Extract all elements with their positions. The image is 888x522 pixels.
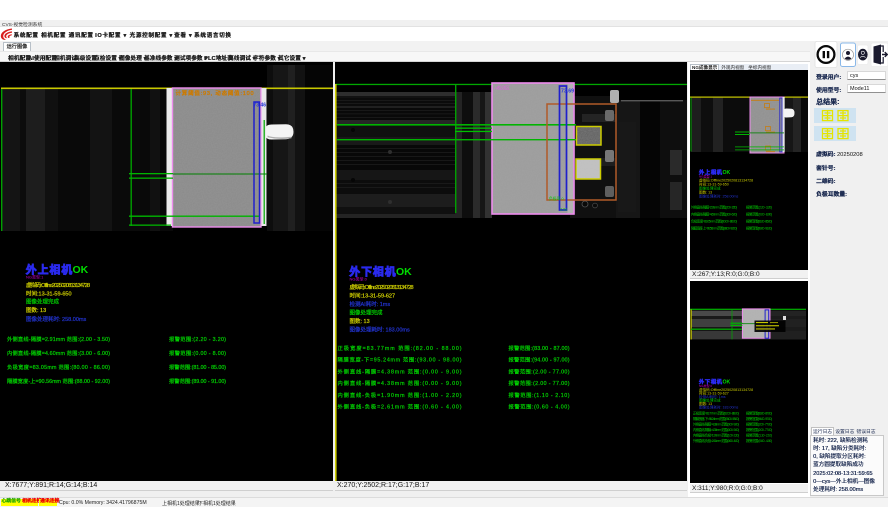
svg-text:报警范围:(2.00 - 77.00): 报警范围:(2.00 - 77.00) <box>509 367 570 375</box>
svg-text:内侧直线-负极=1.90mm 范围:(1.00 - 2.20: 内侧直线-负极=1.90mm 范围:(1.00 - 2.20) <box>693 433 739 438</box>
svg-text:图像处理耗时: 183.00ms: 图像处理耗时: 183.00ms <box>350 326 410 334</box>
svg-text:内侧直线-隔膜=4.60mm 范围:(3.00 - 6.00: 内侧直线-隔膜=4.60mm 范围:(3.00 - 6.00) <box>691 211 737 216</box>
svg-text:NG类型:1: NG类型:1 <box>26 274 44 280</box>
svg-text:内侧直线-隔膜=4.38mm 范围:(0.00 - 9.00: 内侧直线-隔膜=4.38mm 范围:(0.00 - 9.00) <box>338 379 462 387</box>
svg-text:外侧直线-隔膜=2.91mm 范围:(2.00 - 3.50: 外侧直线-隔膜=2.91mm 范围:(2.00 - 3.50) <box>7 335 110 343</box>
svg-text:隔膜宽度-上=90.56mm 范围:(88.00 - 92.: 隔膜宽度-上=90.56mm 范围:(88.00 - 92.00) <box>7 377 110 385</box>
svg-text:内侧直线-隔膜=4.38mm 范围:(0.00 - 9.00: 内侧直线-隔膜=4.38mm 范围:(0.00 - 9.00) <box>693 427 739 432</box>
svg-text:报警范围:(0.00 - 8.00): 报警范围:(0.00 - 8.00) <box>169 349 226 357</box>
svg-text:正极宽度=83.77mm 范围:(82.00 - 88.00: 正极宽度=83.77mm 范围:(82.00 - 88.00) <box>693 411 739 416</box>
svg-text:外侧直线-隔膜=2.91mm 范围:(2.00 - 3.50: 外侧直线-隔膜=2.91mm 范围:(2.00 - 3.50) <box>691 204 737 209</box>
svg-text:73.46: 73.46 <box>254 103 267 109</box>
svg-text:报警范围:(1.10 - 2.10): 报警范围:(1.10 - 2.10) <box>746 433 772 438</box>
svg-text:NG类型:0: NG类型:0 <box>350 276 368 282</box>
svg-text:负极宽度=83.05mm 范围:(80.00 - 86.00: 负极宽度=83.05mm 范围:(80.00 - 86.00) <box>7 363 110 371</box>
svg-text:图数: 13: 图数: 13 <box>26 306 46 314</box>
svg-text:图像处理耗时: 258.00ms: 图像处理耗时: 258.00ms <box>26 315 86 323</box>
svg-text:报警范围:(81.00 - 85.00): 报警范围:(81.00 - 85.00) <box>169 363 226 371</box>
svg-text:报警范围:(2.00 - 77.00): 报警范围:(2.00 - 77.00) <box>746 422 772 427</box>
svg-text:虚拟码:Offline2025020813134728: 虚拟码:Offline2025020813134728 <box>350 283 414 291</box>
svg-text:报警范围:(0.60 - 4.00): 报警范围:(0.60 - 4.00) <box>746 438 772 443</box>
svg-text:外侧直线-隔膜=4.38mm 范围:(0.00 - 9.00: 外侧直线-隔膜=4.38mm 范围:(0.00 - 9.00) <box>338 367 462 375</box>
svg-text:时间:13-31-59-650: 时间:13-31-59-650 <box>26 290 72 298</box>
svg-text:外侧直线-负极=2.61mm 范围:(0.60 - 4.00: 外侧直线-负极=2.61mm 范围:(0.60 - 4.00) <box>338 403 462 411</box>
svg-text:图像处理完成: 图像处理完成 <box>26 298 60 306</box>
svg-text:报警范围:(2.20 - 3.20): 报警范围:(2.20 - 3.20) <box>746 204 772 209</box>
svg-text:时间:13-31-59-627: 时间:13-31-59-627 <box>350 292 396 300</box>
svg-text:隔膜宽度-上=90.56mm 范围:(88.00 - 92.: 隔膜宽度-上=90.56mm 范围:(88.00 - 92.00) <box>691 225 737 230</box>
svg-text:报警范围:(94.00 - 97.00): 报警范围:(94.00 - 97.00) <box>509 356 570 364</box>
svg-text:报警范围:(2.00 - 77.00): 报警范围:(2.00 - 77.00) <box>746 427 772 432</box>
svg-text:检测AI耗时: 1ms: 检测AI耗时: 1ms <box>350 300 391 308</box>
svg-text:OK: OK <box>723 170 731 176</box>
svg-text:图像处理耗时: 183.00ms: 图像处理耗时: 183.00ms <box>699 405 739 410</box>
svg-text:虚拟码:Offline2025020813134728: 虚拟码:Offline2025020813134728 <box>26 281 90 289</box>
svg-text:报警范围:(2.20 - 3.20): 报警范围:(2.20 - 3.20) <box>169 335 226 343</box>
svg-text:报警范围:(83.00 - 87.00): 报警范围:(83.00 - 87.00) <box>509 344 570 352</box>
svg-text:报警范围:(0.00 - 8.00): 报警范围:(0.00 - 8.00) <box>746 211 772 216</box>
svg-text:OK: OK <box>73 264 89 276</box>
svg-text:报警范围:(89.00 - 91.00): 报警范围:(89.00 - 91.00) <box>746 225 772 230</box>
svg-text:73.69: 73.69 <box>561 89 574 95</box>
svg-text:报警范围:(2.00 - 77.00): 报警范围:(2.00 - 77.00) <box>509 379 570 387</box>
svg-text:负极宽度=83.05mm 范围:(80.00 - 86.00: 负极宽度=83.05mm 范围:(80.00 - 86.00) <box>691 218 737 223</box>
svg-text:隔膜宽度-下=95.24mm 范围:(93.00 - 98.: 隔膜宽度-下=95.24mm 范围:(93.00 - 98.00) <box>693 416 739 421</box>
svg-text:图像处理完成: 图像处理完成 <box>350 309 384 317</box>
svg-text:计算阈值:93, 动态阈值:100: 计算阈值:93, 动态阈值:100 <box>176 89 254 97</box>
svg-text:OK: OK <box>396 266 412 278</box>
svg-text:负极耳 0: 负极耳 0 <box>549 196 564 201</box>
svg-text:外侧直线-隔膜=4.38mm 范围:(0.00 - 9.00: 外侧直线-隔膜=4.38mm 范围:(0.00 - 9.00) <box>693 422 739 427</box>
svg-text:报警范围:(89.00 - 91.00): 报警范围:(89.00 - 91.00) <box>169 377 226 385</box>
svg-text:报警范围:(94.00 - 97.00): 报警范围:(94.00 - 97.00) <box>746 416 772 421</box>
svg-text:报警范围:(81.00 - 85.00): 报警范围:(81.00 - 85.00) <box>746 218 772 223</box>
svg-text:报警范围:(0.60 - 4.00): 报警范围:(0.60 - 4.00) <box>509 403 570 411</box>
svg-text:内侧直线-隔膜=4.60mm 范围:(3.00 - 6.00: 内侧直线-隔膜=4.60mm 范围:(3.00 - 6.00) <box>7 349 110 357</box>
svg-text:图数: 13: 图数: 13 <box>350 317 370 325</box>
svg-text:AI检测区: AI检测区 <box>494 85 510 92</box>
svg-text:报警范围:(83.00 - 87.00): 报警范围:(83.00 - 87.00) <box>746 411 772 416</box>
svg-text:2.61: 2.61 <box>560 208 567 212</box>
svg-text:内侧直线-负极=1.90mm 范围:(1.00 - 2.20: 内侧直线-负极=1.90mm 范围:(1.00 - 2.20) <box>338 391 462 399</box>
svg-text:正极宽度=83.77mm 范围:(82.00 - 88.00: 正极宽度=83.77mm 范围:(82.00 - 88.00) <box>338 344 462 352</box>
svg-text:报警范围:(1.10 - 2.10): 报警范围:(1.10 - 2.10) <box>509 391 570 399</box>
svg-text:隔膜宽度-下=95.24mm 范围:(93.00 - 98.: 隔膜宽度-下=95.24mm 范围:(93.00 - 98.00) <box>338 356 462 364</box>
svg-text:OK: OK <box>723 380 731 386</box>
svg-text:外侧直线-负极=2.61mm 范围:(0.60 - 4.00: 外侧直线-负极=2.61mm 范围:(0.60 - 4.00) <box>693 438 739 443</box>
svg-text:图像处理耗时: 258.00ms: 图像处理耗时: 258.00ms <box>699 193 739 198</box>
